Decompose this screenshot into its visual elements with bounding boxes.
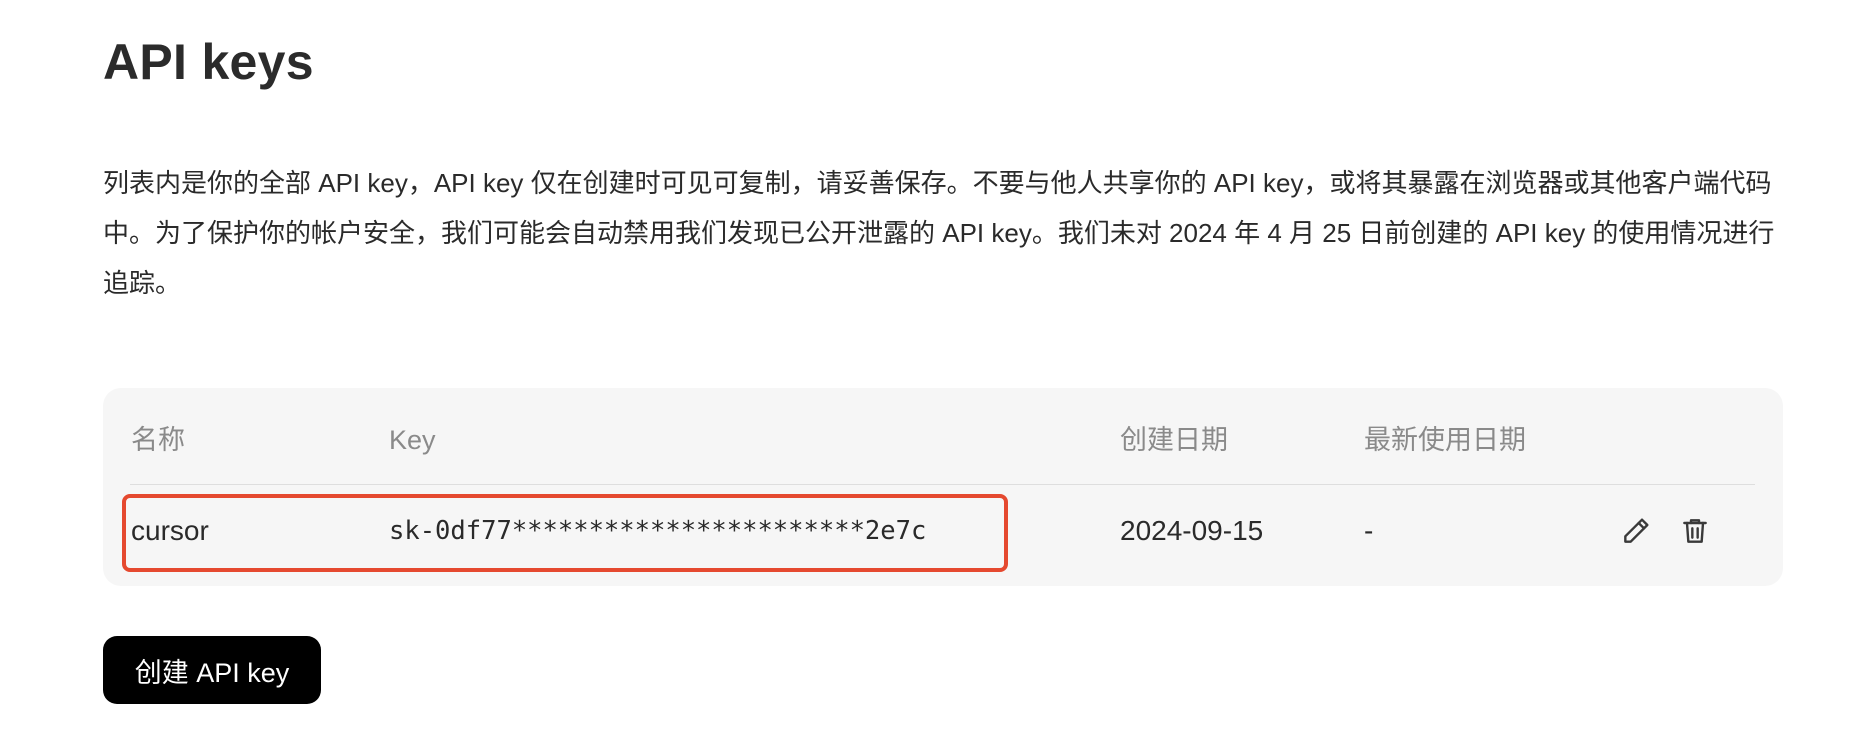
column-header-key: Key	[389, 425, 436, 455]
api-keys-page: API keys 列表内是你的全部 API key，API key 仅在创建时可…	[0, 0, 1868, 730]
column-header-name: 名称	[131, 425, 185, 455]
column-header-created: 创建日期	[1120, 425, 1228, 455]
table-header-divider	[130, 484, 1755, 485]
pencil-icon	[1624, 518, 1649, 543]
column-header-last-used: 最新使用日期	[1364, 425, 1526, 455]
created-date-cell: 2024-09-15	[1120, 515, 1264, 546]
page-description: 列表内是你的全部 API key，API key 仅在创建时可见可复制，请妥善保…	[103, 168, 1775, 298]
key-name-cell: cursor	[131, 515, 209, 546]
last-used-date-cell: -	[1364, 515, 1374, 546]
delete-key-button[interactable]	[1677, 513, 1713, 549]
key-value-cell: sk-0df77***********************2e7c	[389, 516, 927, 546]
trash-icon	[1683, 519, 1707, 543]
create-api-key-button[interactable]: 创建 API key	[103, 636, 321, 704]
api-keys-table	[103, 388, 1783, 586]
page-title: API keys	[103, 34, 314, 90]
edit-key-button[interactable]	[1618, 513, 1654, 549]
